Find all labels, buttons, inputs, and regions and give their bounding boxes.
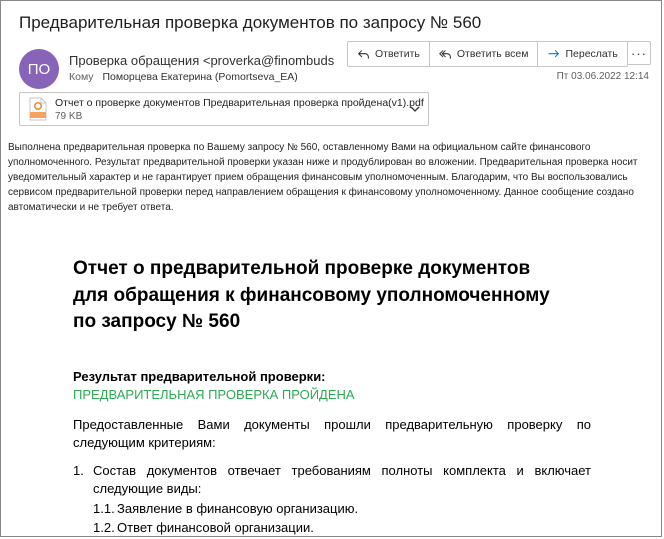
- more-actions-button[interactable]: ···: [627, 41, 651, 65]
- email-date: Пт 03.06.2022 12:14: [556, 71, 649, 82]
- message-actions: Ответить Ответить всем Переслать: [347, 41, 628, 67]
- sender-avatar[interactable]: ПО: [19, 49, 59, 89]
- result-value: ПРЕДВАРИТЕЛЬНАЯ ПРОВЕРКА ПРОЙДЕНА: [73, 387, 355, 402]
- list-item-number: 1.: [73, 463, 84, 478]
- email-body-text: Выполнена предварительная проверка по Ва…: [8, 142, 638, 213]
- list-item: 1. Состав документов отвечает требования…: [73, 462, 591, 498]
- result-label: Результат предварительной проверки:: [73, 369, 326, 384]
- report-document: Отчет о предварительной проверке докумен…: [73, 256, 593, 535]
- list-subitem: 1.2. Ответ финансовой организации.: [93, 520, 314, 535]
- reply-all-icon: [438, 49, 451, 59]
- list-item-text: Состав документов отвечает требованиям п…: [93, 463, 591, 496]
- pdf-file-icon: [29, 97, 47, 121]
- list-subitem: 1.1. Заявление в финансовую организацию.: [93, 501, 358, 516]
- reply-icon: [357, 49, 369, 59]
- list-subitem-text: Ответ финансовой организации.: [117, 520, 314, 535]
- attachment-name[interactable]: Отчет о проверке документов Предваритель…: [55, 97, 424, 109]
- list-subitem-text: Заявление в финансовую организацию.: [117, 501, 359, 516]
- criteria-paragraph: Предоставленные Вами документы прошли пр…: [73, 417, 591, 450]
- report-title: Отчет о предварительной проверке докумен…: [73, 258, 550, 332]
- list-subitem-number: 1.1.: [93, 501, 115, 516]
- forward-icon: [549, 49, 560, 57]
- recipient-line: Кому Поморцева Екатерина (Pomortseva_EA): [69, 71, 298, 83]
- reply-all-button[interactable]: Ответить всем: [430, 42, 539, 66]
- email-reading-pane: Предварительная проверка документов по з…: [0, 0, 662, 537]
- to-label: Кому: [69, 71, 94, 83]
- sender-name[interactable]: Проверка обращения <proverka@finombudsm: [69, 53, 334, 68]
- list-subitem-number: 1.2.: [93, 520, 115, 535]
- attachment-size: 79 KB: [55, 110, 83, 122]
- reply-label: Ответить: [375, 48, 420, 60]
- forward-button[interactable]: Переслать: [538, 42, 626, 66]
- email-subject: Предварительная проверка документов по з…: [19, 13, 482, 32]
- reply-all-label: Ответить всем: [456, 48, 529, 60]
- recipient-name[interactable]: Поморцева Екатерина (Pomortseva_EA): [102, 71, 297, 83]
- reply-button[interactable]: Ответить: [348, 42, 430, 66]
- chevron-down-icon[interactable]: [410, 104, 420, 114]
- forward-label: Переслать: [565, 48, 618, 60]
- attachment-info: Отчет о проверке документов Предваритель…: [55, 97, 424, 122]
- attachment-card[interactable]: Отчет о проверке документов Предваритель…: [19, 92, 429, 126]
